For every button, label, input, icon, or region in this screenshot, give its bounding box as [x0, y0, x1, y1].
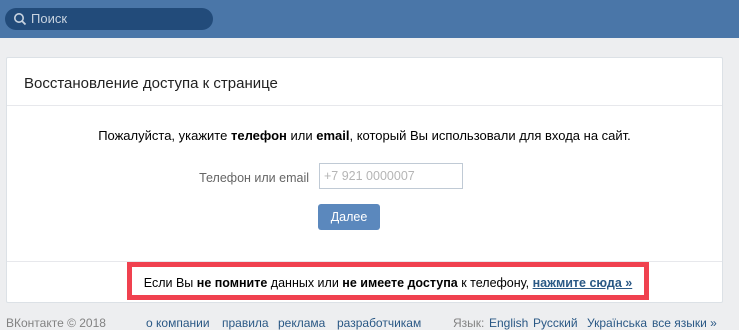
top-bar: Поиск: [0, 0, 739, 38]
notice-part: Если Вы: [143, 276, 197, 290]
instruction-part: , который Вы использовали для входа на с…: [349, 128, 631, 143]
footer-link-about[interactable]: о компании: [146, 316, 210, 330]
instruction-part: или: [286, 128, 317, 143]
click-here-link[interactable]: нажмите сюда »: [533, 276, 633, 290]
no-access-notice: Если Вы не помните данных или не имеете …: [127, 262, 649, 300]
phone-field-placeholder: +7 921 0000007: [324, 169, 415, 183]
instruction-bold-email: email: [316, 128, 350, 143]
divider: [7, 105, 722, 106]
search-placeholder: Поиск: [31, 11, 68, 26]
search-icon: [14, 13, 27, 26]
instruction-text: Пожалуйста, укажите телефон или email, к…: [7, 128, 722, 143]
phone-field-label: Телефон или email: [199, 171, 309, 185]
notice-text: Если Вы не помните данных или не имеете …: [132, 276, 644, 290]
copyright: ВКонтакте © 2018: [6, 316, 106, 330]
language-label: Язык:: [453, 316, 485, 330]
notice-bold: не помните: [196, 276, 268, 290]
language-russian[interactable]: Русский: [533, 316, 578, 330]
footer-link-rules[interactable]: правила: [222, 316, 269, 330]
footer: ВКонтакте © 2018 о компании правила рекл…: [0, 316, 739, 330]
footer-link-developers[interactable]: разработчикам: [337, 316, 421, 330]
footer-link-ads[interactable]: реклама: [278, 316, 325, 330]
notice-part: к телефону,: [457, 276, 533, 290]
notice-bold: не имеете доступа: [342, 276, 458, 290]
language-english[interactable]: English: [489, 316, 528, 330]
instruction-bold-phone: телефон: [230, 128, 287, 143]
instruction-part: Пожалуйста, укажите: [98, 128, 231, 143]
page-title: Восстановление доступа к странице: [24, 75, 278, 92]
phone-field[interactable]: +7 921 0000007: [319, 163, 463, 189]
language-all[interactable]: все языки »: [652, 316, 717, 330]
language-ukrainian[interactable]: Українська: [587, 316, 647, 330]
next-button[interactable]: Далее: [318, 204, 380, 230]
notice-part: данных или: [267, 276, 343, 290]
search-input[interactable]: Поиск: [5, 8, 213, 30]
